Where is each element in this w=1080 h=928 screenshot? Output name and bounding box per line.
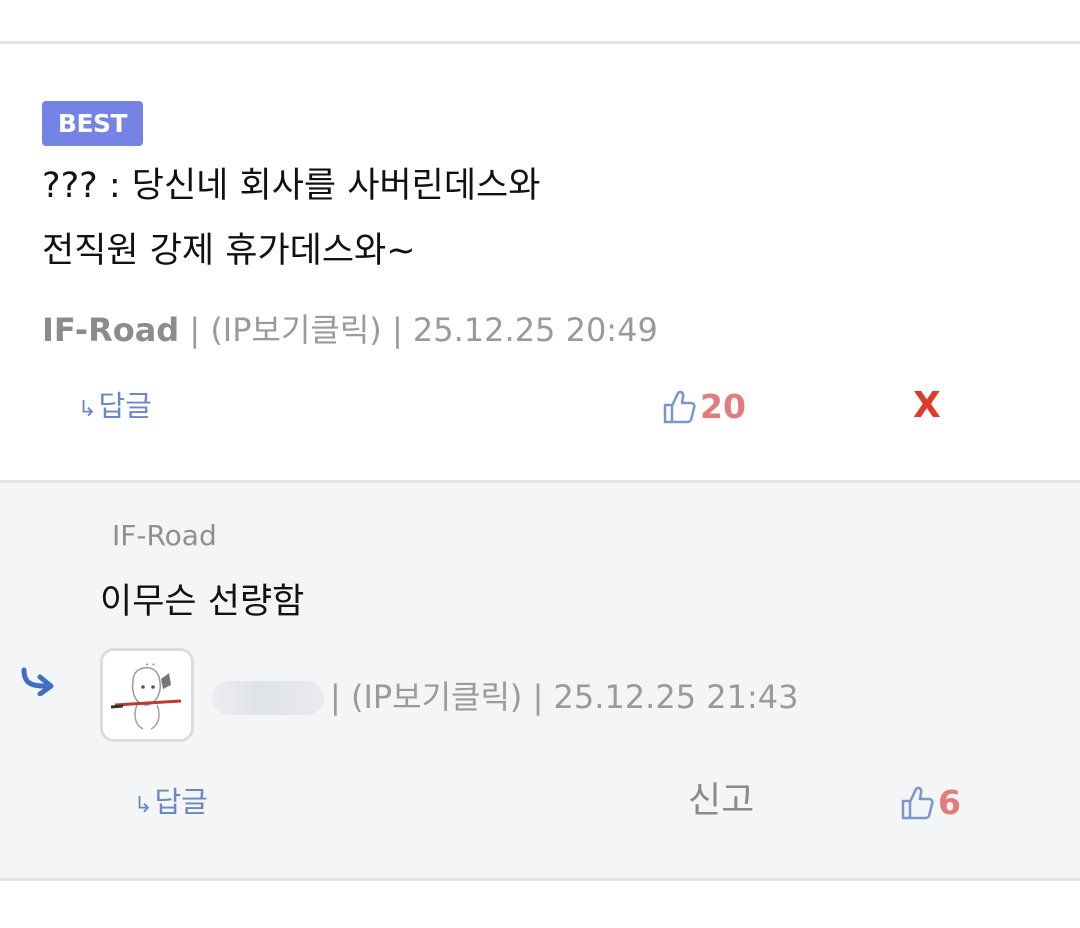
reply-mention: IF-Road: [112, 519, 217, 552]
meta-separator: |: [179, 311, 211, 349]
best-comment: BEST ??? : 당신네 회사를 사버린데스와 전직원 강제 휴가데스와~ …: [0, 44, 1080, 480]
comment-author[interactable]: IF-Road: [42, 311, 179, 349]
reply-arrow-icon: ↳: [134, 793, 153, 818]
like-count: 20: [700, 386, 746, 426]
reply-indent-arrow-icon: [21, 667, 54, 696]
svg-text:• •: • •: [145, 661, 155, 669]
meta-separator: |: [381, 311, 413, 349]
reply-text: 이무슨 선량함: [100, 582, 305, 622]
comment-meta: IF-Road | (IP보기클릭) | 25.12.25 20:49: [42, 308, 658, 352]
reply-arrow-icon: ↳: [78, 397, 97, 422]
comment-text-line1: ??? : 당신네 회사를 사버린데스와: [42, 166, 541, 206]
anime-girl-avatar-icon: • •: [103, 651, 191, 739]
best-badge: BEST: [42, 101, 143, 146]
ip-view-link[interactable]: (IP보기클릭): [210, 311, 381, 349]
comment-text-line2: 전직원 강제 휴가데스와~: [42, 231, 416, 271]
avatar[interactable]: • •: [100, 648, 194, 742]
like-count: 6: [938, 782, 961, 822]
thumbs-up-icon: [901, 786, 934, 819]
reply-button-label: 답글: [98, 389, 152, 423]
comment-timestamp: 25.12.25 20:49: [412, 311, 658, 349]
like-button[interactable]: 6: [900, 780, 961, 825]
delete-button[interactable]: X: [913, 384, 941, 428]
reply-timestamp: 25.12.25 21:43: [553, 678, 799, 716]
reply-comment: IF-Road 이무슨 선량함 • • | (IP보기클릭) | 25.12.2…: [0, 483, 1080, 878]
like-button[interactable]: 20: [662, 384, 746, 429]
meta-separator: |: [330, 678, 351, 716]
bottom-divider: [0, 878, 1080, 881]
thumbs-up-icon: [663, 390, 696, 423]
blurred-username: [212, 681, 324, 715]
reply-button[interactable]: ↳답글: [78, 386, 152, 430]
report-button[interactable]: 신고: [688, 778, 754, 824]
meta-separator: |: [522, 678, 554, 716]
ip-view-link[interactable]: (IP보기클릭): [351, 678, 522, 716]
reply-meta: | (IP보기클릭) | 25.12.25 21:43: [330, 675, 798, 719]
reply-button-label: 답글: [154, 785, 208, 819]
reply-button[interactable]: ↳답글: [134, 782, 208, 826]
